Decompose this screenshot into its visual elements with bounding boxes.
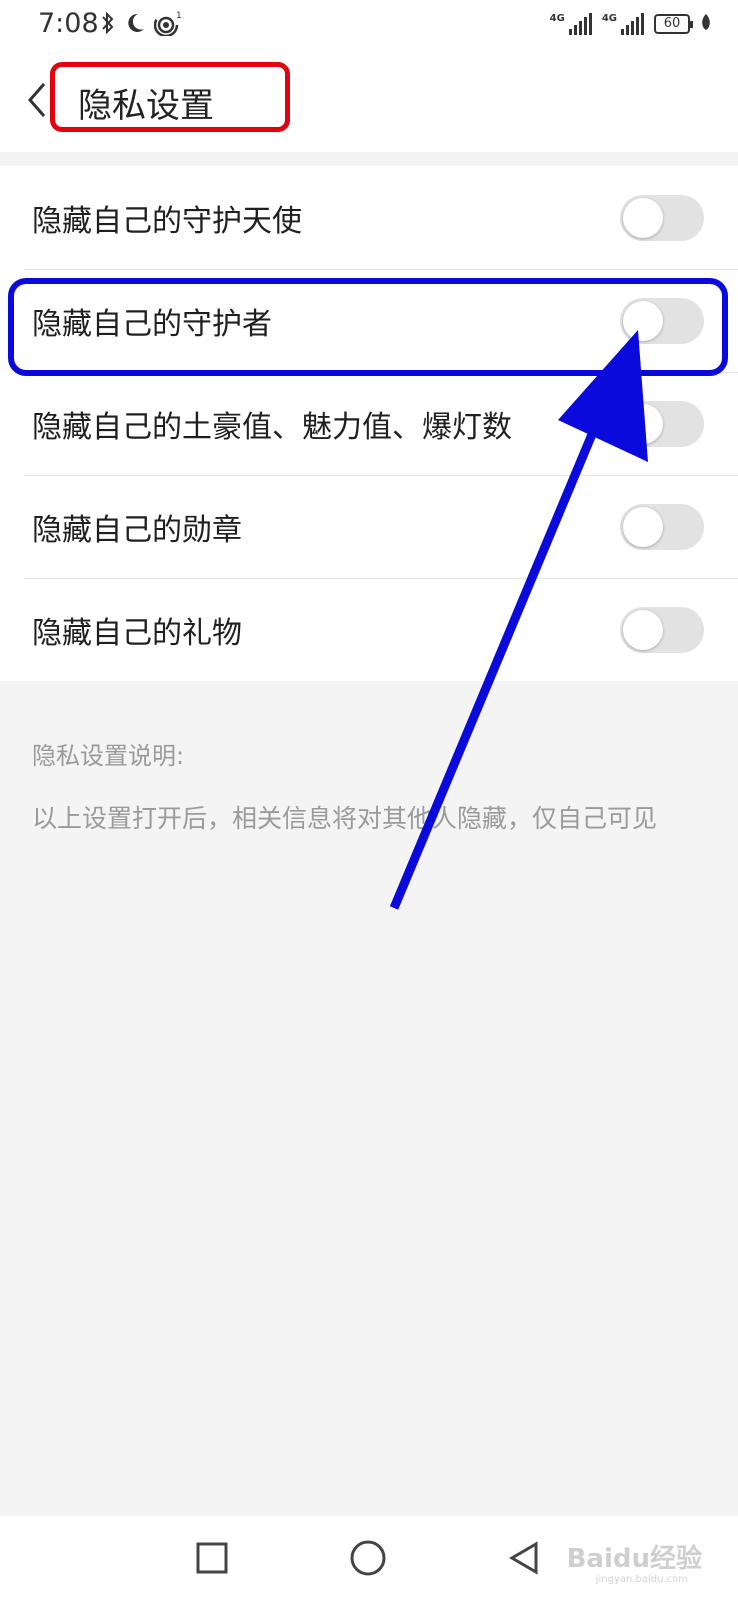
back-button[interactable] [22,78,52,122]
description-title: 隐私设置说明: [32,742,185,770]
toggle-hide-stats[interactable] [620,400,704,447]
network-type-label-2: 4G [601,13,617,24]
setting-label: 隐藏自己的守护天使 [32,203,302,239]
status-bar: 7:08 1 4G 4G 60 [0,0,738,52]
system-nav-bar: Baidu经验 jingyan.baidu.com [0,1516,738,1600]
chevron-left-icon [28,83,46,117]
status-icons-left: 1 [100,10,182,42]
recents-square-icon [196,1542,228,1574]
description-body: 以上设置打开后，相关信息将对其他人隐藏，仅自己可见 [32,804,658,833]
network-type-label: 4G [549,13,565,24]
privacy-description: 隐私设置说明: 以上设置打开后，相关信息将对其他人隐藏，仅自己可见 [32,736,712,845]
status-icons-right: 4G 4G 60 [550,12,712,36]
toggle-knob [623,609,663,650]
settings-list: 隐藏自己的守护天使 隐藏自己的守护者 隐藏自己的土豪值、魅力值、爆灯数 隐藏自己… [0,166,738,681]
toggle-knob [623,506,663,547]
baidu-watermark-sub: jingyan.baidu.com [595,1574,688,1585]
moon-icon [124,10,146,42]
home-circle-icon [350,1540,386,1576]
back-triangle-icon [509,1541,538,1575]
setting-label: 隐藏自己的礼物 [32,615,242,651]
toggle-hide-gifts[interactable] [620,606,704,653]
toggle-hide-medals[interactable] [620,503,704,550]
title-highlight-box [50,62,290,132]
recents-button[interactable] [190,1536,234,1580]
setting-label: 隐藏自己的土豪值、魅力值、爆灯数 [32,409,512,445]
home-button[interactable] [346,1536,390,1580]
toggle-knob [623,197,663,238]
setting-row-hide-medals: 隐藏自己的勋章 [0,475,738,578]
setting-row-hide-gifts: 隐藏自己的礼物 [0,578,738,681]
row-highlight-box [8,278,728,376]
battery-icon: 60 [654,14,693,34]
setting-row-hide-stats: 隐藏自己的土豪值、魅力值、爆灯数 [0,372,738,475]
svg-text:1: 1 [176,11,182,21]
setting-row-hide-guardian-angel: 隐藏自己的守护天使 [0,166,738,269]
signal-icon: 4G [550,13,592,35]
baidu-watermark: Baidu经验 [566,1544,702,1574]
nav-back-button[interactable] [502,1536,546,1580]
leaf-icon [700,12,712,36]
hotspot-icon: 1 [153,10,182,42]
status-time: 7:08 [38,8,99,39]
bluetooth-icon [100,10,116,42]
signal-icon-2: 4G [602,13,644,35]
toggle-hide-guardian-angel[interactable] [620,194,704,241]
app-header: 隐私设置 [0,52,738,152]
toggle-knob [623,403,663,444]
setting-label: 隐藏自己的勋章 [32,512,242,548]
